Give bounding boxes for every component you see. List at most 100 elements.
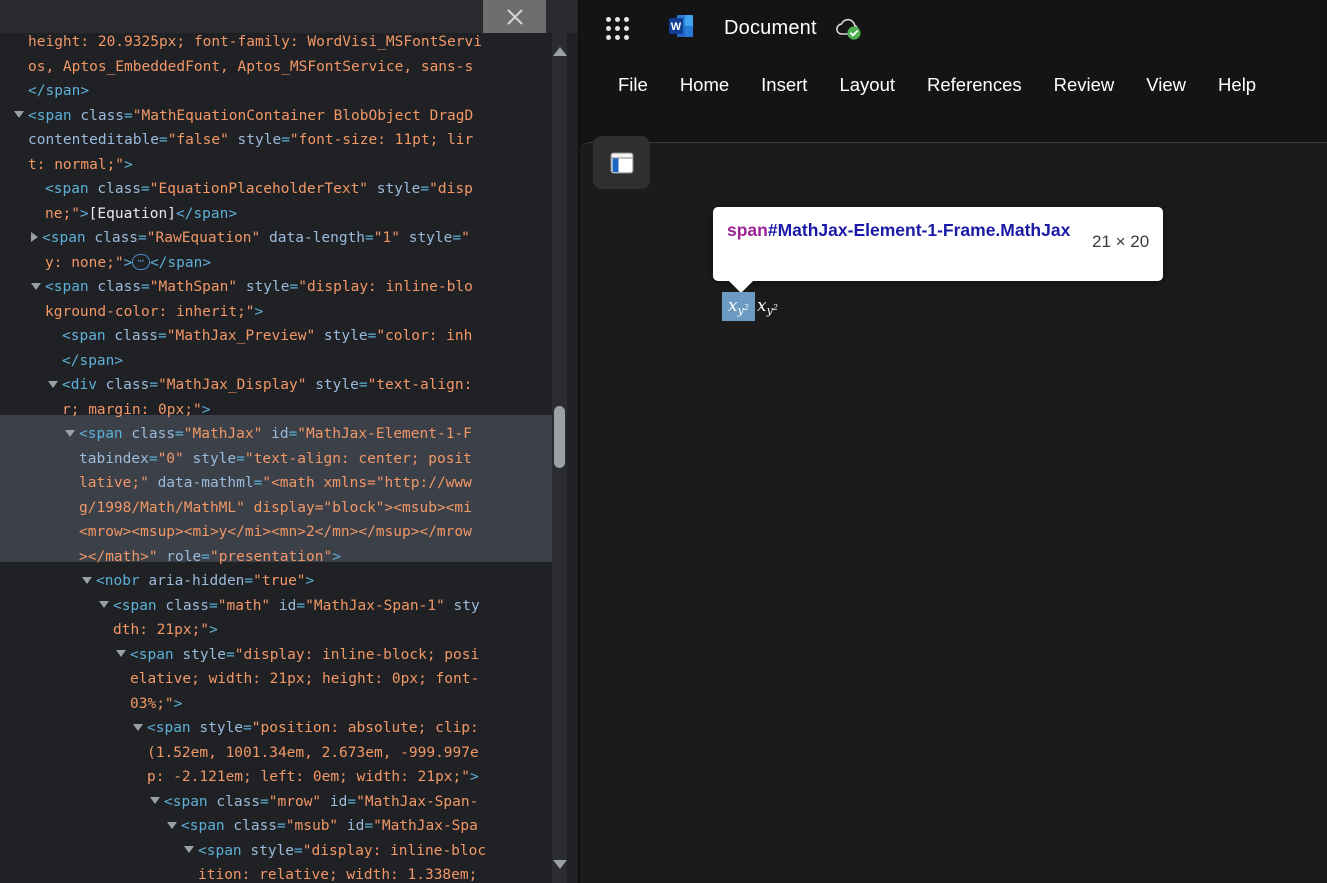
dom-tree-line[interactable]: elative; width: 21px; height: 0px; font- [0,667,558,692]
chevron-down-icon[interactable] [31,282,41,290]
cloud-saved-icon[interactable] [833,14,865,42]
dom-tree-line[interactable]: <span class="MathEquationContainer BlobO… [0,104,558,129]
dom-tree-scroll-region[interactable]: height: 20.9325px; font-family: WordVisi… [0,33,558,883]
code-token-punc: < [45,181,54,197]
dom-tree-line[interactable]: y: none;"> ⋯ </span> [0,251,558,276]
dom-tree-line[interactable]: <span class="MathJax" id="MathJax-Elemen… [0,422,558,447]
chevron-down-icon[interactable] [99,601,109,608]
chevron-down-icon[interactable] [150,797,160,804]
dom-tree-line[interactable]: 03%;"> [0,692,558,717]
dom-tree-line[interactable]: os, Aptos_EmbeddedFont, Aptos_MSFontServ… [0,55,558,80]
code-token-punc: < [198,842,207,859]
inspector-selector-text: span#MathJax-Element-1-Frame.MathJax [727,218,1092,243]
tab-view[interactable]: View [1130,70,1202,100]
code-token-punc: = [201,548,210,565]
dom-tree-line[interactable]: <span class="RawEquation" data-length="1… [0,226,558,251]
dom-tree-line[interactable]: t: normal;"> [0,153,558,178]
tab-help[interactable]: Help [1202,70,1272,100]
chevron-down-icon[interactable] [48,380,58,388]
dom-tree-line[interactable]: dth: 21px;"> [0,618,558,643]
word-logo-icon[interactable]: W [668,13,694,43]
dom-tree-line[interactable]: ne;">[Equation]</span> [0,202,558,227]
dom-tree-line[interactable]: ></math>" role="presentation"> [0,545,558,570]
devtools-scrollbar[interactable] [552,33,567,883]
tab-references[interactable]: References [911,70,1038,100]
chevron-down-icon[interactable] [184,846,194,853]
dom-tree-line[interactable]: (1.52em, 1001.34em, 2.673em, -999.997e [0,741,558,766]
code-token-val: r; margin: 0px;" [62,401,202,418]
dom-tree-line[interactable]: lative;" data-mathml="<math xmlns="http:… [0,471,558,496]
dom-tree-line[interactable]: contenteditable="false" style="font-size… [0,128,558,153]
code-token-tag: span [87,426,123,442]
screen-root: height: 20.9325px; font-family: WordVisi… [0,0,1327,883]
scroll-down-arrow-icon[interactable] [552,856,567,873]
dom-tree-line[interactable]: <span class="mrow" id="MathJax-Span- [0,790,558,815]
dom-tree-line[interactable]: <span class="msub" id="MathJax-Spa [0,814,558,839]
dom-tree-line[interactable]: <nobr aria-hidden="true"> [0,569,558,594]
code-token-punc: < [164,793,173,810]
code-token-val: "presentation" [209,548,333,565]
dom-tree-line[interactable]: g/1998/Math/MathML" display="block"><msu… [0,496,558,521]
element-inspector-tooltip: span#MathJax-Element-1-Frame.MathJax 21 … [713,207,1163,293]
dom-tree-line[interactable]: <span class="EquationPlaceholderText" st… [0,177,558,202]
tab-home[interactable]: Home [664,70,745,100]
dom-tree-line[interactable]: <div class="MathJax_Display" style="text… [0,373,558,398]
close-icon[interactable] [483,0,546,33]
equation-glyph-plain[interactable]: xy2 [757,297,778,316]
code-token-punc: = [236,450,245,467]
chevron-down-icon[interactable] [65,429,75,437]
chevron-down-icon[interactable] [167,821,177,829]
dom-tree-line[interactable]: kground-color: inherit;"> [0,300,558,325]
dom-tree-code[interactable]: height: 20.9325px; font-family: WordVisi… [0,33,558,883]
ribbon-tabs: File Home Insert Layout References Revie… [580,62,1327,108]
dom-tree-line[interactable]: <span class="MathSpan" style="display: i… [0,275,558,300]
tab-layout[interactable]: Layout [823,70,911,100]
dom-tree-line[interactable]: </span> [0,79,558,104]
code-token-val: "color: inh [376,328,473,344]
dom-tree-line[interactable]: <span style="display: inline-bloc [0,839,558,864]
code-token-val: ition: relative; width: 1.338em; [198,867,478,883]
tab-review[interactable]: Review [1038,70,1131,100]
dom-tree-line[interactable]: <mrow><msup><mi>y</mi><mn>2</mn></msup><… [0,520,558,545]
dom-tree-line[interactable]: r; margin: 0px;"> [0,398,558,423]
code-token-tag: </span> [62,352,124,369]
code-token-punc: < [113,597,122,614]
code-token-val: "msub" [285,818,339,834]
dom-tree-line[interactable]: <span class="math" id="MathJax-Span-1" s… [0,594,558,619]
code-token-val: "text-align: center; posit [244,450,472,467]
code-token-punc: = [175,426,184,442]
code-token-attr: class [88,181,142,197]
code-token-punc: = [158,132,168,148]
code-token-punc: < [45,279,54,295]
code-token-val: "MathJax_Preview" [166,328,316,344]
code-token-tag: span [70,328,106,344]
chevron-down-icon[interactable] [133,723,143,731]
code-token-tag: span [121,597,157,614]
document-title[interactable]: Document [724,17,817,40]
code-token-val: "display: inline-blo [298,279,473,295]
inspector-tag-name: span [727,220,768,240]
code-token-punc: = [149,377,159,393]
dom-tree-line[interactable]: ition: relative; width: 1.338em; [0,863,558,883]
dom-tree-line[interactable]: <span style="display: inline-block; posi [0,643,558,668]
collapsed-children-badge[interactable]: ⋯ [132,253,150,270]
chevron-down-icon[interactable] [14,111,24,118]
tab-insert[interactable]: Insert [745,70,823,100]
highlighted-equation[interactable]: xy2 [722,292,755,321]
dom-tree-line[interactable]: </span> [0,349,558,374]
dom-tree-line[interactable]: <span style="position: absolute; clip: [0,716,558,741]
navigation-pane-icon[interactable] [593,136,650,189]
dom-tree-line[interactable]: p: -2.121em; left: 0em; width: 21px;"> [0,765,558,790]
app-launcher-icon[interactable] [600,11,634,45]
dom-tree-line[interactable]: height: 20.9325px; font-family: WordVisi… [0,33,558,55]
chevron-down-icon[interactable] [82,576,92,584]
word-online-app: W Document File Home Insert Layout Refer… [580,0,1327,883]
scroll-up-arrow-icon[interactable] [552,43,567,60]
dom-tree-line[interactable]: <span class="MathJax_Preview" style="col… [0,324,558,349]
chevron-down-icon[interactable] [116,650,126,657]
tab-file[interactable]: File [606,70,664,100]
chevron-right-icon[interactable] [31,232,38,242]
code-token-punc: > [123,254,133,271]
scrollbar-thumb[interactable] [554,406,565,468]
dom-tree-line[interactable]: tabindex="0" style="text-align: center; … [0,447,558,472]
